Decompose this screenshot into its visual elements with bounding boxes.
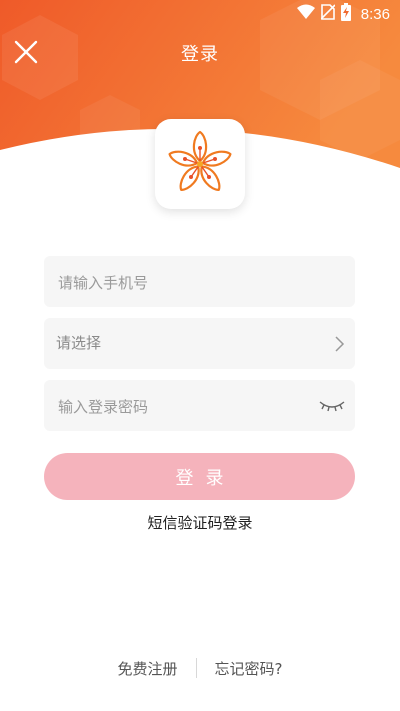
register-link[interactable]: 免费注册 <box>118 658 178 679</box>
login-button[interactable]: 登录 <box>44 453 355 500</box>
no-sim-icon <box>320 4 336 24</box>
status-bar: 8:36 <box>0 0 400 28</box>
app-logo <box>155 119 245 209</box>
phone-input[interactable] <box>56 256 310 309</box>
page-title: 登录 <box>181 44 219 65</box>
password-field[interactable] <box>44 380 355 433</box>
forgot-password-link[interactable]: 忘记密码? <box>215 658 283 679</box>
status-time: 8:36 <box>360 5 390 23</box>
chevron-right-icon <box>333 318 345 369</box>
wifi-icon <box>296 4 315 24</box>
footer-divider <box>195 658 197 678</box>
battery-charging-icon <box>340 3 351 25</box>
select-field[interactable]: 请选择 <box>44 318 355 369</box>
password-input[interactable] <box>56 380 310 433</box>
eye-closed-icon[interactable] <box>319 380 345 431</box>
sms-login-link[interactable]: 短信验证码登录 <box>0 512 400 533</box>
select-label: 请选择 <box>56 334 102 352</box>
footer-links: 免费注册 忘记密码? <box>0 657 400 679</box>
phone-field[interactable] <box>44 256 355 309</box>
plum-blossom-logo-icon <box>168 130 232 191</box>
